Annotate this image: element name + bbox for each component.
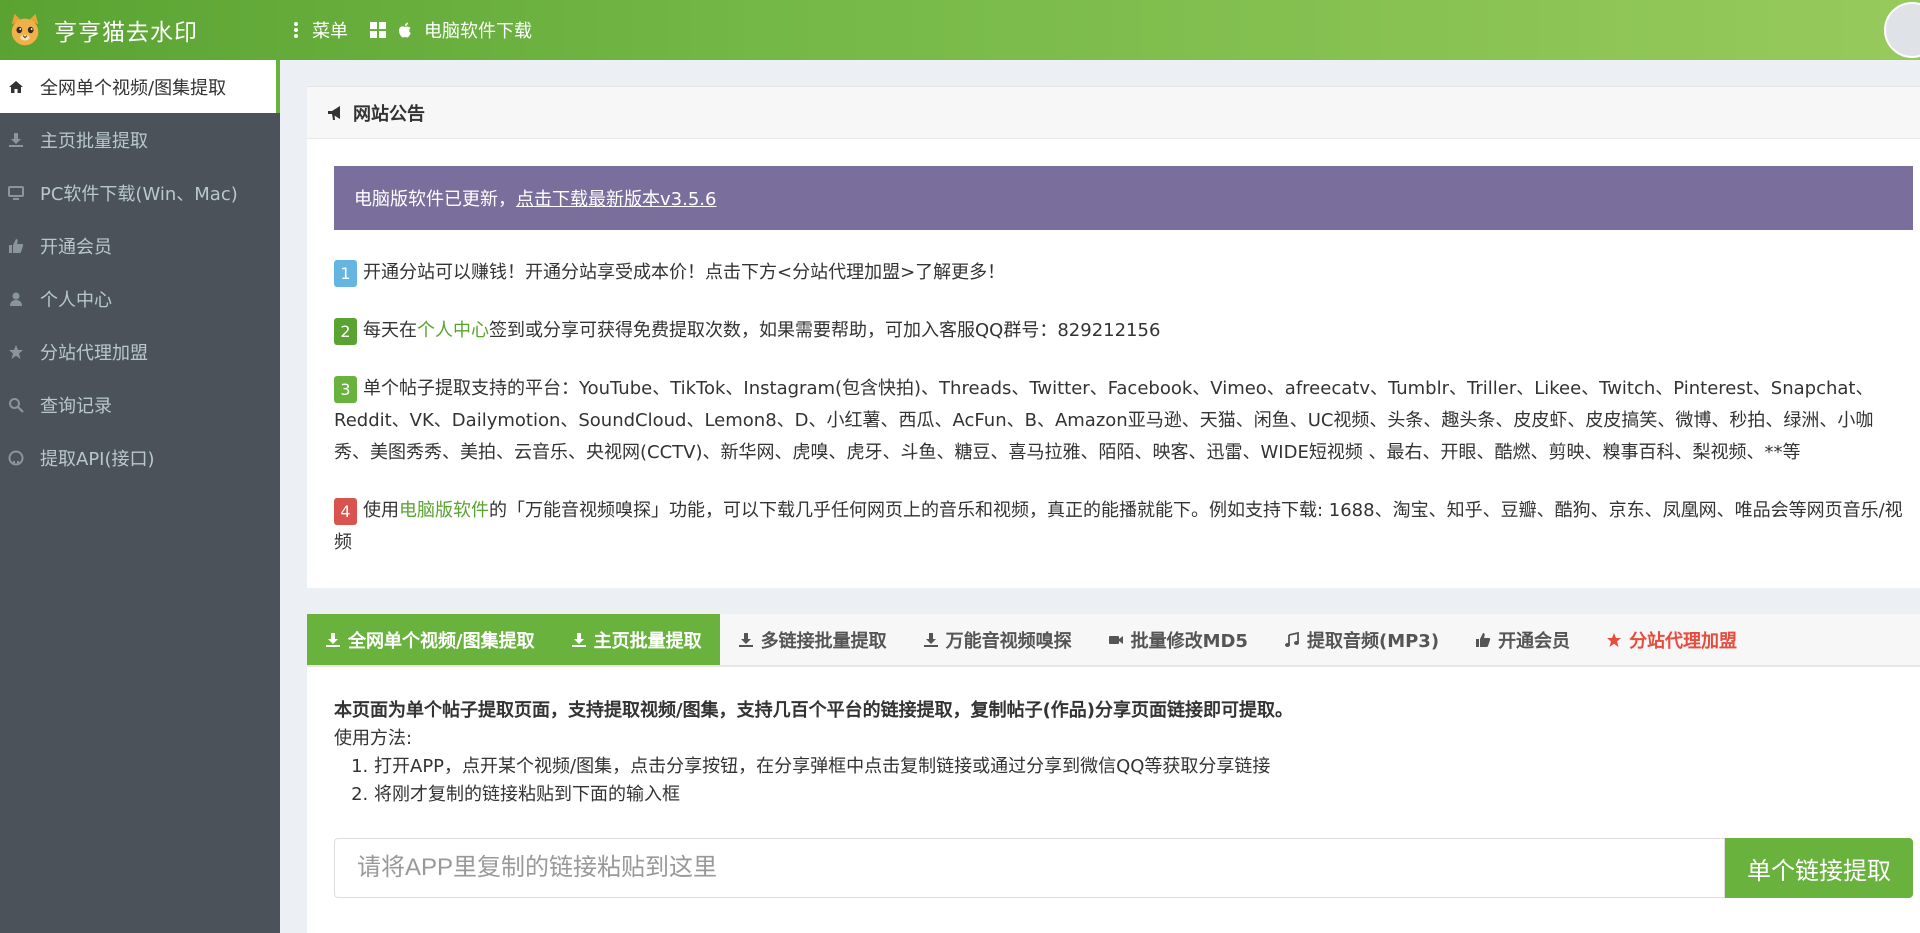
sidebar-item-label: 主页批量提取 (40, 130, 148, 152)
sidebar-item-single-extract[interactable]: 全网单个视频/图集提取 (0, 60, 280, 113)
search-icon (8, 397, 24, 413)
link-input-row: 单个链接提取 (334, 838, 1913, 898)
notice-header: 网站公告 (307, 87, 1920, 139)
notice-text: 开通分站可以赚钱！开通分站享受成本价！点击下方<分站代理加盟>了解更多！ (363, 262, 1006, 283)
usage-title: 使用方法: (334, 728, 413, 749)
download-icon (738, 632, 753, 647)
notice-text-prefix: 使用 (363, 500, 399, 521)
usage-step: 将刚才复制的链接粘贴到下面的输入框 (374, 781, 1893, 809)
main-content: 网站公告 电脑版软件已更新， 点击下载最新版本v3.5.6 1 开通分站可以赚钱！… (307, 86, 1920, 933)
menu-button[interactable]: 菜单 (294, 17, 348, 43)
download-icon (326, 632, 340, 647)
avatar[interactable] (1884, 2, 1920, 58)
user-icon (8, 291, 24, 307)
top-header: 亨亨猫去水印 菜单 电脑软件下载 (0, 0, 1920, 60)
notice-item: 3 单个帖子提取支持的平台：YouTube、TikTok、Instagram(包含… (334, 373, 1904, 469)
tab-agent[interactable]: 分站代理加盟 (1588, 614, 1755, 665)
thumbs-up-icon (1476, 632, 1491, 647)
music-icon (1284, 631, 1299, 647)
github-icon (8, 450, 24, 466)
notice-item: 4 使用电脑版软件的「万能音视频嗅探」功能，可以下载几乎任何网页上的音乐和视频，真… (334, 495, 1904, 559)
tab-single-extract[interactable]: 全网单个视频/图集提取 (307, 614, 553, 665)
tab-label: 主页批量提取 (593, 630, 702, 652)
brand[interactable]: 亨亨猫去水印 (0, 0, 280, 60)
notice-text-prefix: 每天在 (363, 320, 417, 341)
notice-text: 的「万能音视频嗅探」功能，可以下载几乎任何网页上的音乐和视频，真正的能播就能下。… (334, 500, 1903, 553)
number-badge: 2 (334, 317, 357, 345)
tab-label: 提取音频(MP3) (1306, 630, 1440, 652)
sidebar-item-label: 个人中心 (40, 289, 112, 311)
extract-description: 本页面为单个帖子提取页面，支持提取视频/图集，支持几百个平台的链接提取，复制帖子… (307, 667, 1920, 809)
single-extract-button[interactable]: 单个链接提取 (1725, 838, 1913, 898)
menu-label: 菜单 (312, 21, 348, 42)
notice-text: 单个帖子提取支持的平台：YouTube、TikTok、Instagram(包含快… (334, 378, 1874, 463)
sidebar-item-history[interactable]: 查询记录 (0, 378, 280, 431)
sidebar-item-api[interactable]: 提取API(接口) (0, 431, 280, 484)
tab-md5[interactable]: 批量修改MD5 (1090, 614, 1266, 665)
tab-membership[interactable]: 开通会员 (1457, 614, 1588, 665)
windows-icon (370, 22, 386, 38)
sidebar-item-label: 开通会员 (40, 236, 112, 258)
notice-panel: 网站公告 电脑版软件已更新， 点击下载最新版本v3.5.6 1 开通分站可以赚钱！… (307, 86, 1920, 588)
star-icon (8, 344, 24, 360)
sidebar-item-label: 查询记录 (40, 395, 112, 417)
usage-step: 打开APP，点开某个视频/图集，点击分享按钮，在分享弹框中点击复制链接或通过分享… (374, 753, 1893, 781)
sidebar-item-batch-extract[interactable]: 主页批量提取 (0, 113, 280, 166)
tab-batch-extract[interactable]: 主页批量提取 (552, 614, 720, 665)
tab-label: 多链接批量提取 (760, 630, 887, 652)
notice-list: 1 开通分站可以赚钱！开通分站享受成本价！点击下方<分站代理加盟>了解更多！ 2每… (334, 257, 1904, 585)
link-input[interactable] (334, 838, 1725, 898)
update-alert: 电脑版软件已更新， 点击下载最新版本v3.5.6 (334, 166, 1913, 230)
personal-center-link[interactable]: 个人中心 (417, 320, 489, 341)
vertical-dots-icon (294, 20, 298, 40)
number-badge: 3 (334, 375, 357, 403)
notice-item: 2 每天在个人中心签到或分享可获得免费提取次数，如果需要帮助，可加入客服QQ群号：… (334, 315, 1904, 347)
alert-text: 电脑版软件已更新， (354, 189, 516, 210)
tab-bar: 全网单个视频/图集提取 主页批量提取 多链接批量提取 万能音视频嗅探 批量修改M… (307, 614, 1920, 667)
sidebar-item-agent[interactable]: 分站代理加盟 (0, 325, 280, 378)
pc-download-link[interactable]: 电脑软件下载 (370, 17, 532, 43)
description-lead: 本页面为单个帖子提取页面，支持提取视频/图集，支持几百个平台的链接提取，复制帖子… (334, 700, 1294, 721)
brand-name: 亨亨猫去水印 (54, 20, 198, 46)
download-latest-link[interactable]: 点击下载最新版本v3.5.6 (516, 185, 716, 211)
notice-item: 1 开通分站可以赚钱！开通分站享受成本价！点击下方<分站代理加盟>了解更多！ (334, 257, 1904, 289)
tab-multi-link-extract[interactable]: 多链接批量提取 (720, 614, 905, 665)
bullhorn-icon (328, 105, 340, 120)
tab-label: 开通会员 (1498, 630, 1571, 652)
tab-label: 万能音视频嗅探 (945, 630, 1072, 652)
tab-audio[interactable]: 提取音频(MP3) (1266, 614, 1457, 665)
sidebar: 全网单个视频/图集提取 主页批量提取 PC软件下载(Win、Mac) 开通会员 … (0, 60, 280, 933)
tab-sniffer[interactable]: 万能音视频嗅探 (905, 614, 1090, 665)
download-icon (923, 632, 938, 647)
sidebar-item-pc-download[interactable]: PC软件下载(Win、Mac) (0, 166, 280, 219)
thumbs-up-icon (8, 238, 24, 254)
pc-software-link[interactable]: 电脑版软件 (399, 500, 489, 521)
sidebar-item-membership[interactable]: 开通会员 (0, 219, 280, 272)
sidebar-item-label: 全网单个视频/图集提取 (40, 77, 227, 99)
tab-label: 分站代理加盟 (1629, 630, 1738, 652)
download-icon (571, 632, 586, 647)
sidebar-item-personal-center[interactable]: 个人中心 (0, 272, 280, 325)
desktop-icon (8, 185, 24, 201)
star-icon (1607, 632, 1622, 647)
number-badge: 4 (334, 497, 357, 525)
number-badge: 1 (334, 259, 357, 287)
video-camera-icon (1108, 635, 1123, 644)
pc-download-label: 电脑软件下载 (424, 21, 532, 42)
tab-label: 全网单个视频/图集提取 (348, 630, 535, 652)
notice-text: 签到或分享可获得免费提取次数，如果需要帮助，可加入客服QQ群号：82921215… (489, 320, 1161, 341)
download-icon (8, 132, 24, 148)
usage-steps: 打开APP，点开某个视频/图集，点击分享按钮，在分享弹框中点击复制链接或通过分享… (374, 753, 1893, 809)
notice-title: 网站公告 (353, 103, 425, 125)
extract-panel: 全网单个视频/图集提取 主页批量提取 多链接批量提取 万能音视频嗅探 批量修改M… (307, 614, 1920, 933)
cat-logo-icon (11, 13, 39, 46)
sidebar-item-label: 分站代理加盟 (40, 342, 148, 364)
sidebar-item-label: 提取API(接口) (40, 448, 155, 470)
home-icon (8, 79, 24, 95)
apple-icon (399, 22, 411, 38)
tab-label: 批量修改MD5 (1130, 630, 1248, 652)
sidebar-item-label: PC软件下载(Win、Mac) (40, 183, 238, 205)
